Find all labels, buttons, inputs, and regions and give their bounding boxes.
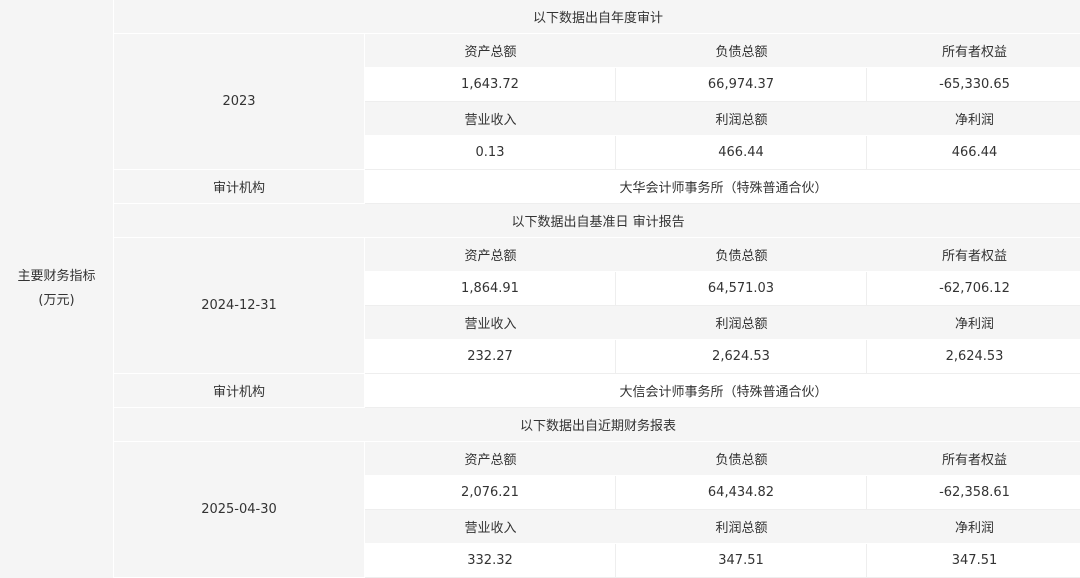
header-total-profit: 利润总额 — [616, 510, 867, 544]
value-assets: 1,864.91 — [365, 272, 616, 306]
header-net-profit: 净利润 — [867, 102, 1080, 136]
value-liabilities: 64,434.82 — [616, 476, 867, 510]
value-revenue: 0.13 — [365, 136, 616, 170]
value-net-profit: 2,624.53 — [867, 340, 1080, 374]
value-total-profit: 347.51 — [616, 544, 867, 578]
value-liabilities: 66,974.37 — [616, 68, 867, 102]
value-equity: -62,358.61 — [867, 476, 1080, 510]
header-equity: 所有者权益 — [867, 34, 1080, 68]
header-liabilities: 负债总额 — [616, 34, 867, 68]
table-row: 审计机构 大信会计师事务所（特殊普通合伙） — [0, 374, 1080, 408]
table-row: 2025-04-30 资产总额 负债总额 所有者权益 — [0, 442, 1080, 578]
header-total-profit: 利润总额 — [616, 102, 867, 136]
value-total-profit: 466.44 — [616, 136, 867, 170]
header-revenue: 营业收入 — [365, 102, 616, 136]
header-revenue: 营业收入 — [365, 510, 616, 544]
value-liabilities: 64,571.03 — [616, 272, 867, 306]
header-assets: 资产总额 — [365, 442, 616, 476]
header-liabilities: 负债总额 — [616, 238, 867, 272]
audit-agency-label: 审计机构 — [114, 374, 365, 408]
table-row: 2024-12-31 资产总额 负债总额 所有者权益 — [0, 238, 1080, 374]
period-label: 2023 — [114, 34, 365, 170]
table-row: 主要财务指标 (万元) 以下数据出自年度审计 — [0, 0, 1080, 578]
table-row: 以下数据出自基准日 审计报告 — [0, 204, 1080, 238]
header-net-profit: 净利润 — [867, 510, 1080, 544]
value-revenue: 332.32 — [365, 544, 616, 578]
table-row: 以下数据出自近期财务报表 — [0, 408, 1080, 442]
table-row: 审计机构 大华会计师事务所（特殊普通合伙） — [0, 170, 1080, 204]
audit-agency-label: 审计机构 — [114, 170, 365, 204]
value-assets: 2,076.21 — [365, 476, 616, 510]
main-indicator-unit: (万元) — [38, 293, 75, 308]
audit-agency-value: 大华会计师事务所（特殊普通合伙） — [365, 170, 1080, 204]
value-assets: 1,643.72 — [365, 68, 616, 102]
table-row: 2023 资产总额 负债总额 所有者权益 — [0, 34, 1080, 170]
period-label: 2024-12-31 — [114, 238, 365, 374]
header-net-profit: 净利润 — [867, 306, 1080, 340]
section-source-title: 以下数据出自年度审计 — [114, 0, 1080, 34]
value-net-profit: 466.44 — [867, 136, 1080, 170]
header-equity: 所有者权益 — [867, 442, 1080, 476]
header-total-profit: 利润总额 — [616, 306, 867, 340]
header-assets: 资产总额 — [365, 238, 616, 272]
value-equity: -65,330.65 — [867, 68, 1080, 102]
section-source-title: 以下数据出自近期财务报表 — [114, 408, 1080, 442]
header-assets: 资产总额 — [365, 34, 616, 68]
value-total-profit: 2,624.53 — [616, 340, 867, 374]
section-source-title: 以下数据出自基准日 审计报告 — [114, 204, 1080, 238]
value-revenue: 232.27 — [365, 340, 616, 374]
financial-indicators-table: 主要财务指标 (万元) 以下数据出自年度审计 2023 资产总额 负债总额 所有… — [0, 0, 1080, 578]
period-label: 2025-04-30 — [114, 442, 365, 578]
value-net-profit: 347.51 — [867, 544, 1080, 578]
header-liabilities: 负债总额 — [616, 442, 867, 476]
audit-agency-value: 大信会计师事务所（特殊普通合伙） — [365, 374, 1080, 408]
header-revenue: 营业收入 — [365, 306, 616, 340]
value-equity: -62,706.12 — [867, 272, 1080, 306]
main-indicator-title: 主要财务指标 — [17, 269, 96, 284]
main-indicator-label: 主要财务指标 (万元) — [0, 0, 114, 578]
header-equity: 所有者权益 — [867, 238, 1080, 272]
